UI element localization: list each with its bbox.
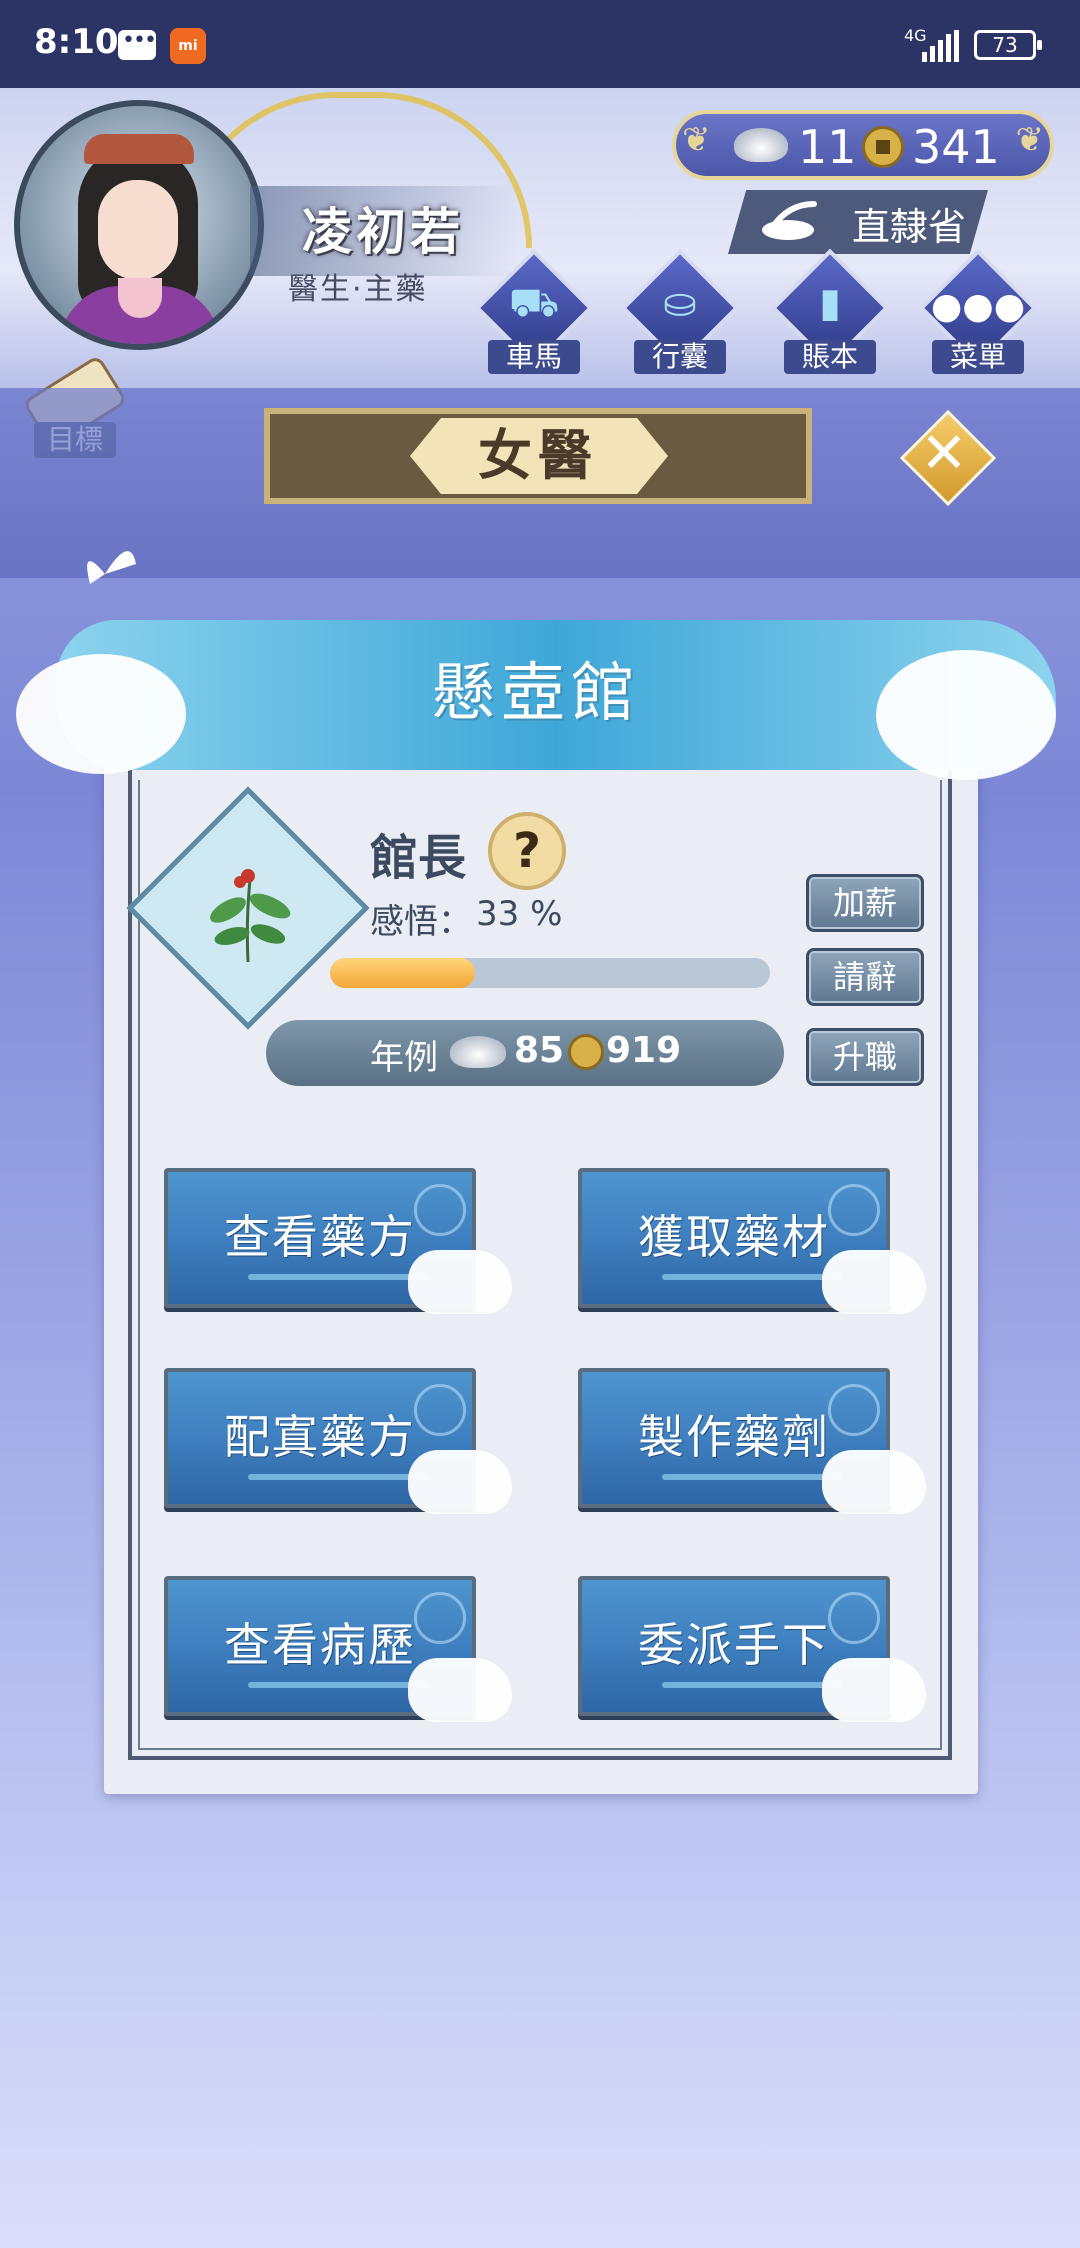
silver-ingot-icon [450,1036,506,1068]
status-time: 8:10 [34,22,119,62]
menu-label: 車馬 [488,340,580,374]
currency-bar: ❦ 11 341 ❦ [672,110,1054,180]
status-bar: 8:10 mi 4G 73 [0,0,1080,88]
insight-progress-fill [330,958,475,988]
button-label: 查看藥方 [224,1210,416,1264]
view-prescriptions-button[interactable]: 查看藥方 [164,1168,512,1314]
close-icon: ✕ [920,421,968,486]
insight-label: 感悟： [370,902,472,942]
battery-icon: 73 [974,30,1042,60]
character-name: 凌初若 [302,203,464,261]
salary-label: 年例 [370,1038,438,1078]
menu-label: 菜單 [932,340,1024,374]
page-title: 女醫 [478,424,598,487]
copper-coin-icon [568,1034,604,1070]
salary-silver: 85 [514,1030,565,1071]
menu-ledger[interactable]: ▮ 賬本 [770,248,890,378]
message-notification-icon [118,28,156,60]
salary-bar: 年例 85 919 [266,1020,784,1086]
button-label: 獲取藥材 [638,1210,830,1264]
mortar-icon [762,201,817,240]
mi-app-icon: mi [170,28,206,64]
close-button[interactable]: ✕ [899,409,997,507]
hall-name: 懸壺館 [431,657,641,731]
copper-amount: 341 [912,120,1000,174]
menu-bag[interactable]: ⛀ 行囊 [620,248,740,378]
bamboo-icon: ❦ [1015,120,1045,160]
assign-staff-button[interactable]: 委派手下 [578,1576,926,1722]
resign-button[interactable]: 請辭 [806,948,924,1006]
help-button[interactable]: ? [488,812,566,890]
character-avatar[interactable] [14,100,264,350]
menu-label: 行囊 [634,340,726,374]
compose-prescription-button[interactable]: 配寘藥方 [164,1368,512,1514]
button-label: 查看病歷 [224,1618,416,1672]
salary-copper: 919 [606,1030,682,1071]
bag-icon: ⛀ [663,280,697,326]
menu-label: 賬本 [784,340,876,374]
butterfly-icon [87,551,136,584]
silver-ingot-icon [734,128,788,162]
menu-carriage[interactable]: ⛟ 車馬 [474,248,594,378]
silver-amount: 11 [798,120,857,174]
menu-more[interactable]: ●●● 菜單 [918,248,1038,378]
role-name: 館長 [370,830,467,886]
button-label: 製作藥劑 [638,1410,830,1464]
bamboo-icon: ❦ [682,120,711,160]
character-title: 醫生·主藥 [288,272,428,307]
promote-button[interactable]: 升職 [806,1028,924,1086]
signal-icon [922,30,959,62]
raise-salary-button[interactable]: 加薪 [806,874,924,932]
location-label: 直隸省 [852,205,967,249]
more-icon: ●●● [930,286,1026,327]
ledger-icon: ▮ [818,280,841,326]
carriage-icon: ⛟ [508,280,560,326]
location-button[interactable]: 直隸省 [728,190,988,254]
view-records-button[interactable]: 查看病歷 [164,1576,512,1722]
make-medicine-button[interactable]: 製作藥劑 [578,1368,926,1514]
get-herbs-button[interactable]: 獲取藥材 [578,1168,926,1314]
insight-value: 33 % [476,894,563,934]
button-label: 委派手下 [638,1618,830,1672]
insight-progress-bar [330,958,770,988]
button-label: 配寘藥方 [224,1410,416,1464]
herb-icon [210,869,291,963]
copper-coin-icon [862,126,904,168]
